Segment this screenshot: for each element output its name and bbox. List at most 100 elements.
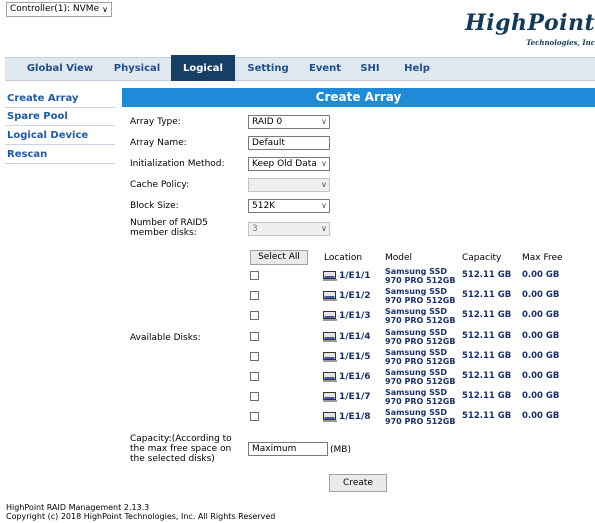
disk-location-text: 1/E1/5 (339, 351, 371, 362)
block-size-label: Block Size: (130, 201, 179, 211)
disk-checkbox[interactable] (250, 332, 259, 341)
disk-checkbox[interactable] (250, 271, 259, 280)
tab-global-view[interactable]: Global View (21, 58, 99, 80)
hard-drive-icon (323, 311, 337, 321)
disk-checkbox[interactable] (250, 412, 259, 421)
column-header-location: Location (324, 253, 363, 263)
tab-logical[interactable]: Logical (171, 55, 235, 81)
controller-select[interactable]: Controller(1): NVMe ∨ (6, 2, 112, 17)
disk-model-line2: 970 PRO 512GB (385, 377, 456, 386)
cache-policy-select[interactable]: ∨ (248, 178, 330, 192)
chevron-down-icon: ∨ (321, 201, 327, 210)
footer-copyright: Copyright (c) 2018 HighPoint Technologie… (6, 512, 276, 521)
init-method-value: Keep Old Data (252, 159, 317, 169)
block-size-select[interactable]: 512K ∨ (248, 199, 330, 213)
sidebar-item-create-array[interactable]: Create Array (5, 90, 115, 108)
disk-location-text: 1/E1/2 (339, 290, 371, 301)
footer-version: HighPoint RAID Management 2.13.3 (6, 503, 150, 512)
disk-max-free: 0.00 GB (522, 270, 560, 280)
chevron-down-icon: ∨ (321, 224, 327, 233)
sidebar-item-spare-pool[interactable]: Spare Pool (5, 108, 115, 126)
disk-model-line1: Samsung SSD (385, 307, 447, 316)
disk-capacity: 512.11 GB (462, 270, 512, 280)
disk-model: Samsung SSD 970 PRO 512GB (385, 348, 465, 366)
array-name-input[interactable]: Default (248, 136, 330, 150)
chevron-down-icon: ∨ (102, 5, 108, 14)
column-header-max-free: Max Free (522, 253, 563, 263)
sidebar-item-logical-device[interactable]: Logical Device (5, 127, 115, 145)
sidebar-item-rescan[interactable]: Rescan (5, 146, 115, 164)
disk-model-line1: Samsung SSD (385, 328, 447, 337)
disk-max-free: 0.00 GB (522, 310, 560, 320)
disk-model-line1: Samsung SSD (385, 348, 447, 357)
column-header-model: Model (385, 253, 413, 263)
raid5-disks-select[interactable]: 3 ∨ (248, 222, 330, 236)
disk-model: Samsung SSD 970 PRO 512GB (385, 388, 465, 406)
sidebar: Create Array Spare Pool Logical Device R… (5, 88, 115, 508)
capacity-input[interactable]: Maximum (248, 442, 328, 456)
chevron-down-icon: ∨ (321, 117, 327, 126)
disk-location: 1/E1/2 (323, 290, 371, 301)
tab-shi[interactable]: SHI (355, 58, 385, 80)
disk-model: Samsung SSD 970 PRO 512GB (385, 368, 465, 386)
disk-location-text: 1/E1/8 (339, 411, 371, 422)
tab-help[interactable]: Help (401, 58, 433, 80)
raid5-disks-label-line2: member disks: (130, 228, 197, 238)
disk-max-free: 0.00 GB (522, 290, 560, 300)
disk-max-free: 0.00 GB (522, 331, 560, 341)
disk-model-line2: 970 PRO 512GB (385, 276, 456, 285)
controller-select-value: Controller(1): NVMe (10, 4, 100, 14)
disk-model: Samsung SSD 970 PRO 512GB (385, 408, 465, 426)
chevron-down-icon: ∨ (321, 159, 327, 168)
chevron-down-icon: ∨ (321, 180, 327, 189)
disk-model-line2: 970 PRO 512GB (385, 296, 456, 305)
disk-max-free: 0.00 GB (522, 391, 560, 401)
disk-capacity: 512.11 GB (462, 351, 512, 361)
disk-model: Samsung SSD 970 PRO 512GB (385, 287, 465, 305)
disk-checkbox[interactable] (250, 372, 259, 381)
array-name-label: Array Name: (130, 138, 187, 148)
disk-checkbox[interactable] (250, 291, 259, 300)
disk-model-line1: Samsung SSD (385, 287, 447, 296)
disk-location-text: 1/E1/1 (339, 270, 371, 281)
create-button[interactable]: Create (329, 474, 387, 492)
capacity-label: Capacity:(According to the max free spac… (130, 434, 232, 464)
capacity-label-line1: Capacity:(According to (130, 434, 232, 444)
available-disks-label: Available Disks: (130, 333, 201, 343)
disk-model-line2: 970 PRO 512GB (385, 337, 456, 346)
disk-max-free: 0.00 GB (522, 371, 560, 381)
disk-checkbox[interactable] (250, 311, 259, 320)
tab-event[interactable]: Event (307, 58, 343, 80)
disk-capacity: 512.11 GB (462, 290, 512, 300)
tab-physical[interactable]: Physical (109, 58, 165, 80)
disk-capacity: 512.11 GB (462, 331, 512, 341)
disk-row: 1/E1/4 Samsung SSD 970 PRO 512GB 512.11 GB 0… (250, 328, 580, 349)
disk-location: 1/E1/8 (323, 411, 371, 422)
disk-model: Samsung SSD 970 PRO 512GB (385, 307, 465, 325)
page-title: Create Array (122, 88, 595, 107)
init-method-select[interactable]: Keep Old Data ∨ (248, 157, 330, 171)
disk-checkbox[interactable] (250, 392, 259, 401)
array-type-select[interactable]: RAID 0 ∨ (248, 115, 330, 129)
main-nav: Global View Physical Logical Setting Eve… (5, 55, 595, 81)
block-size-value: 512K (252, 201, 276, 211)
disk-capacity: 512.11 GB (462, 411, 512, 421)
disk-checkbox[interactable] (250, 352, 259, 361)
tab-setting[interactable]: Setting (245, 58, 291, 80)
disk-model-line2: 970 PRO 512GB (385, 316, 456, 325)
raid5-disks-label: Number of RAID5 member disks: (130, 218, 208, 238)
footer: HighPoint RAID Management 2.13.3 Copyrig… (6, 503, 275, 521)
disk-location: 1/E1/1 (323, 270, 371, 281)
select-all-button[interactable]: Select All (250, 250, 308, 265)
disk-max-free: 0.00 GB (522, 351, 560, 361)
disk-model-line1: Samsung SSD (385, 267, 447, 276)
disk-capacity: 512.11 GB (462, 371, 512, 381)
disk-location: 1/E1/3 (323, 310, 371, 321)
logo-brand: HighPoint (465, 10, 595, 36)
disk-location-text: 1/E1/3 (339, 310, 371, 321)
disk-model-line2: 970 PRO 512GB (385, 417, 456, 426)
hard-drive-icon (323, 352, 337, 362)
column-header-capacity: Capacity (462, 253, 502, 263)
disk-location: 1/E1/4 (323, 331, 371, 342)
hard-drive-icon (323, 412, 337, 422)
